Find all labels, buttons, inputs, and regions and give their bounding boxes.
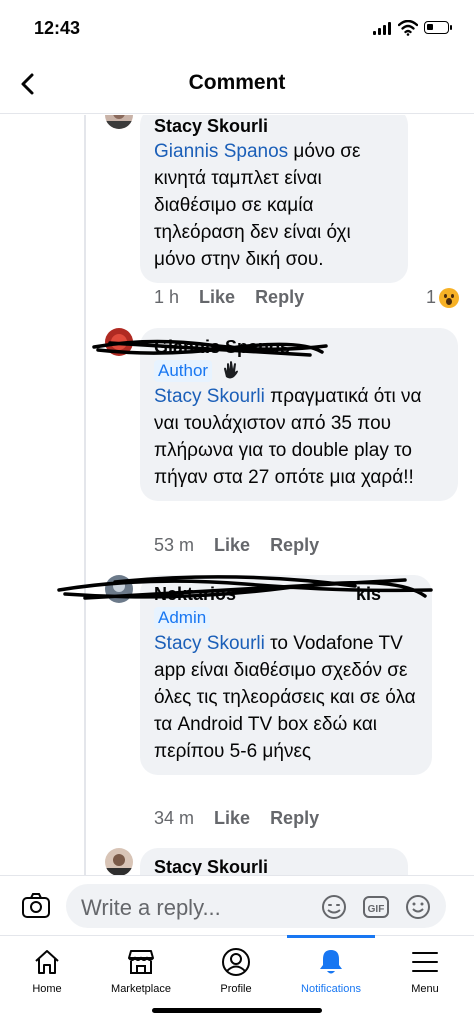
comment-actions: 1 h Like Reply [154,287,304,308]
comment-text: Stacy Skourli το Vodafone TV app είναι δ… [154,633,416,762]
reaction-summary[interactable]: 1 [426,287,460,308]
reply-button[interactable]: Reply [255,287,304,308]
header: Comment [0,56,474,114]
tab-home[interactable]: Home [0,936,94,996]
status-time: 12:43 [34,18,81,38]
thread-line [84,115,86,875]
gif-icon[interactable]: GIF [362,893,390,921]
like-button[interactable]: Like [214,535,250,556]
comment-time: 34 m [154,808,195,828]
comment-time: 1 h [154,287,180,307]
comment-text: Giannis Spanos μόνο σε κινητά ταμπλετ εί… [154,141,361,270]
comment-bubble[interactable]: Giannis Spanos Author Stacy Skourli πραγ… [140,328,458,501]
author-badge: Author [154,360,213,382]
mention-link[interactable]: Stacy Skourli [154,633,265,654]
tab-profile[interactable]: Profile [189,936,283,996]
profile-icon [222,948,250,976]
menu-icon [412,952,438,972]
tab-label: Marketplace [111,983,171,995]
like-button[interactable]: Like [199,287,235,308]
status-bar: 12:43 [0,0,474,56]
wifi-icon [398,20,418,36]
avatar[interactable] [105,848,133,875]
comment-time: 53 m [154,535,195,555]
comment-bubble[interactable]: Nektarios kis Admin Stacy Skourli το Voda… [140,575,432,775]
marketplace-icon [128,950,154,974]
like-button[interactable]: Like [214,808,250,829]
tab-label: Notifications [301,983,361,995]
bell-icon [320,950,342,974]
tab-notifications[interactable]: Notifications [284,936,378,996]
mention-link[interactable]: Stacy Skourli [154,386,265,407]
wave-hand-icon [224,361,239,379]
page-title: Comment [188,71,286,94]
emoji-icon[interactable] [404,893,432,921]
tab-label: Home [32,983,62,995]
admin-badge: Admin [154,607,211,629]
tab-label: Profile [220,983,252,995]
comment-bubble[interactable]: Stacy Skourli [140,848,408,875]
comment-author[interactable]: Nektarios kis [154,583,418,605]
reaction-count: 1 [426,287,437,307]
battery-level [427,24,433,30]
comment-thread[interactable]: Stacy Skourli Giannis Spanos μόνο σε κιν… [0,115,474,875]
reply-button[interactable]: Reply [270,535,319,556]
avatar[interactable] [105,328,133,356]
reply-button[interactable]: Reply [270,808,319,829]
tab-label: Menu [411,983,439,995]
tab-marketplace[interactable]: Marketplace [94,936,188,996]
reply-placeholder: Write a reply... [81,895,221,920]
reply-input[interactable]: Write a reply... GIF [66,884,446,928]
cellular-signal-icon [373,21,393,35]
reply-bar: Write a reply... GIF [0,875,474,935]
comment-actions: 34 m Like Reply [154,808,319,829]
tab-menu[interactable]: Menu [378,936,472,996]
sticker-icon[interactable] [320,893,348,921]
avatar[interactable] [105,575,133,603]
comment-bubble[interactable]: Stacy Skourli Giannis Spanos μόνο σε κιν… [140,115,408,283]
home-indicator [152,1008,322,1013]
comment-author[interactable]: Giannis Spanos [154,336,444,358]
wow-emoji-icon [439,287,460,308]
home-icon [35,950,59,974]
camera-icon[interactable] [20,890,52,922]
comment-author[interactable]: Stacy Skourli [154,856,394,875]
mention-link[interactable]: Giannis Spanos [154,141,288,162]
avatar[interactable] [105,115,133,129]
svg-text:GIF: GIF [368,904,385,915]
comment-author[interactable]: Stacy Skourli [154,115,394,137]
comment-actions: 53 m Like Reply [154,535,319,556]
battery-icon [424,21,452,34]
comment-text: Stacy Skourli πραγματικά ότι να ναι τουλ… [154,386,422,488]
